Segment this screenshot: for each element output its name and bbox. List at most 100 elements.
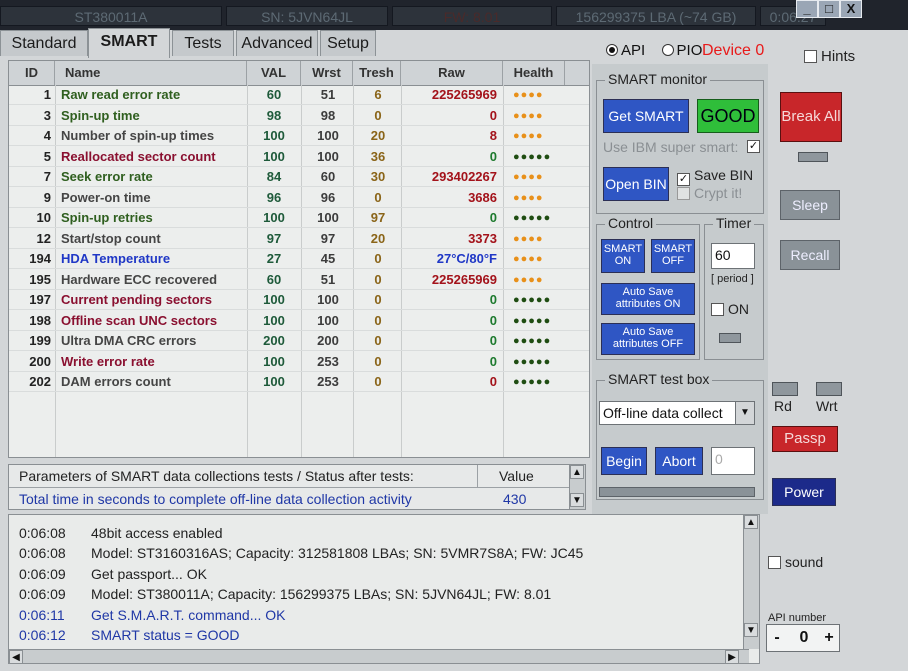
attribute-val: 100 [263, 128, 285, 143]
attribute-health: ●●●●● [513, 355, 552, 368]
power-button[interactable]: Power [772, 478, 836, 506]
table-row[interactable]: 1 Raw read error rate 60 51 6 225265969 ●●●● [9, 85, 589, 105]
tab-setup[interactable]: Setup [320, 30, 376, 56]
table-row[interactable]: 202 DAM errors count 100 253 0 0 ●●●●● [9, 372, 589, 392]
params-scrollbar[interactable]: ▲ ▼ [569, 465, 585, 509]
passp-button[interactable]: Passp [772, 426, 838, 452]
attribute-id: 3 [43, 107, 51, 123]
attribute-threshold: 36 [370, 148, 386, 164]
attribute-name: Number of spin-up times [61, 128, 215, 143]
table-row[interactable]: 197 Current pending sectors 100 100 0 0 ●●●●● [9, 290, 589, 310]
attribute-worst: 96 [320, 189, 336, 205]
tab-tests[interactable]: Tests [172, 30, 234, 56]
drive-firmware-field: FW: 8.01 [392, 6, 552, 26]
begin-button[interactable]: Begin [601, 447, 647, 475]
minus-icon[interactable]: - [769, 625, 785, 651]
attribute-health: ●●●● [513, 130, 544, 142]
log-line: 0:06:12 SMART status = GOOD [19, 625, 239, 645]
log-message: SMART status = GOOD [91, 627, 240, 643]
table-row[interactable]: 194 HDA Temperature 27 45 0 27°C/80°F ●●●● [9, 249, 589, 269]
save-bin-option[interactable]: ✓ Save BIN [677, 167, 753, 186]
break-all-button[interactable]: Break All [780, 92, 842, 142]
attribute-id: 202 [29, 374, 51, 389]
api-radio[interactable] [606, 44, 618, 56]
auto-save-on-button[interactable]: Auto Save attributes ON [601, 283, 695, 315]
test-type-select[interactable]: Off-line data collect ▼ [599, 401, 755, 425]
tab-smart[interactable]: SMART [88, 28, 170, 58]
attribute-health: ●●●●● [513, 150, 552, 163]
table-row[interactable]: 9 Power-on time 96 96 0 3686 ●●●● [9, 188, 589, 208]
pio-radio[interactable] [661, 44, 674, 56]
table-row[interactable]: 199 Ultra DMA CRC errors 200 200 0 0 ●●●●● [9, 331, 589, 351]
table-row[interactable]: 5 Reallocated sector count 100 100 36 0 ●●●●● [9, 147, 589, 167]
smart-on-button[interactable]: SMART ON [601, 239, 645, 273]
log-message: Get passport... OK [91, 565, 207, 582]
attribute-worst: 100 [317, 128, 339, 143]
attribute-health: ●●●●● [513, 294, 552, 306]
sound-checkbox[interactable] [768, 556, 781, 569]
timer-group: Timer 60 [ period ] ON [704, 215, 764, 360]
log-scrollbar[interactable]: ▲ ▼ [743, 515, 759, 649]
get-smart-button[interactable]: Get SMART [603, 99, 689, 133]
table-row[interactable]: 12 Start/stop count 97 97 20 3373 ●●●● [9, 229, 589, 249]
table-row[interactable]: 4 Number of spin-up times 100 100 20 8 ●●●● [9, 126, 589, 146]
attribute-health: ●●●● [513, 109, 544, 122]
log-scroll-left-icon[interactable]: ◀ [9, 650, 23, 663]
table-row[interactable]: 200 Write error rate 100 253 0 0 ●●●●● [9, 352, 589, 372]
abort-button[interactable]: Abort [655, 447, 703, 475]
save-bin-label: Save BIN [694, 167, 754, 183]
scroll-up-icon[interactable]: ▲ [570, 465, 584, 479]
tab-standard[interactable]: Standard [0, 30, 88, 56]
timer-on-option[interactable]: ON [711, 301, 749, 317]
table-row[interactable]: 7 Seek error rate 84 60 30 293402267 ●●●● [9, 167, 589, 187]
params-header: Parameters of SMART data collections tes… [19, 468, 414, 484]
timer-period-input[interactable]: 60 [711, 243, 755, 269]
attribute-worst: 51 [320, 271, 336, 287]
pio-label: PIO [676, 42, 703, 59]
attribute-health: ●●●● [513, 273, 544, 286]
crypt-checkbox[interactable] [677, 187, 690, 200]
minimize-button[interactable]: _ [796, 0, 818, 18]
log-line: 0:06:08 Model: ST3160316AS; Capacity: 312… [19, 543, 583, 563]
log-time: 0:06:11 [19, 606, 65, 623]
smart-off-button[interactable]: SMART OFF [651, 239, 695, 273]
sound-option[interactable]: sound [768, 554, 823, 570]
table-row[interactable]: 195 Hardware ECC recovered 60 51 0 225265969 ●… [9, 270, 589, 290]
table-row[interactable]: 3 Spin-up time 98 98 0 0 ●●●● [9, 106, 589, 126]
open-bin-button[interactable]: Open BIN [603, 167, 669, 201]
api-number-stepper[interactable]: - 0 + [766, 624, 840, 652]
timer-indicator [719, 333, 741, 343]
table-row[interactable]: 198 Offline scan UNC sectors 100 100 0 0 ●●●●● [9, 311, 589, 331]
close-button[interactable]: X [840, 0, 862, 18]
plus-icon[interactable]: + [821, 625, 837, 651]
crypt-option[interactable]: Crypt it! [677, 185, 742, 201]
timer-on-checkbox[interactable] [711, 303, 724, 316]
tab-advanced[interactable]: Advanced [236, 30, 318, 56]
log-hscrollbar[interactable]: ◀ ▶ [9, 649, 749, 663]
attribute-val: 60 [266, 271, 282, 287]
timer-title: Timer [713, 215, 755, 231]
hints-checkbox[interactable] [804, 50, 817, 63]
log-scroll-up-icon[interactable]: ▲ [744, 515, 758, 529]
ibm-smart-checkbox[interactable]: ✓ [747, 140, 760, 153]
attribute-threshold: 20 [370, 128, 386, 143]
chevron-down-icon[interactable]: ▼ [735, 402, 754, 424]
header-raw: Raw [401, 61, 503, 85]
hints-option[interactable]: Hints [804, 48, 855, 65]
scroll-down-icon[interactable]: ▼ [570, 493, 584, 507]
log-scroll-down-icon[interactable]: ▼ [744, 623, 758, 637]
sleep-button[interactable]: Sleep [780, 190, 840, 220]
timer-on-label: ON [728, 301, 749, 317]
maximize-button[interactable]: □ [818, 0, 840, 18]
table-row[interactable]: 10 Spin-up retries 100 100 97 0 ●●●●● [9, 208, 589, 228]
log-scroll-right-icon[interactable]: ▶ [725, 650, 739, 663]
attribute-name: Hardware ECC recovered [61, 271, 218, 287]
attribute-health: ●●●● [513, 191, 544, 204]
test-parameters-panel: Parameters of SMART data collections tes… [8, 464, 586, 510]
recall-button[interactable]: Recall [780, 240, 840, 270]
attribute-id: 194 [29, 251, 51, 266]
attribute-threshold: 6 [374, 87, 382, 102]
status-indicator [798, 152, 828, 162]
attribute-raw: 0 [489, 312, 497, 328]
auto-save-off-button[interactable]: Auto Save attributes OFF [601, 323, 695, 355]
